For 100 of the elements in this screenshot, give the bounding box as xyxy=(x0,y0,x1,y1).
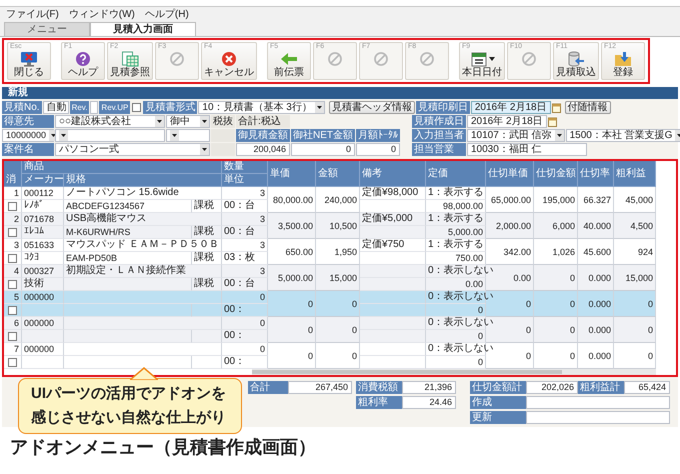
dropdown-field[interactable]: 10107：武田 信弥 xyxy=(467,129,565,142)
row-checkbox[interactable] xyxy=(8,202,17,210)
database-icon xyxy=(567,51,585,67)
row-checkbox[interactable] xyxy=(8,280,17,288)
date-field[interactable]: 2016年 2月18日 xyxy=(470,101,551,114)
amount-field: 0 xyxy=(356,143,400,156)
input-field[interactable]: 10030：福田 仁 xyxy=(467,143,587,156)
folder-icon xyxy=(614,51,632,67)
header-info-button[interactable]: 見積書ヘッダ情報 xyxy=(328,101,415,114)
tab[interactable]: メニュー xyxy=(4,22,90,36)
date-field[interactable]: 2016年 2月18日 xyxy=(467,115,547,128)
column-header: 定価 xyxy=(426,161,486,187)
dropdown-field[interactable]: 御中 xyxy=(166,115,210,128)
table-cell: 0 xyxy=(222,317,268,330)
row-checkbox[interactable] xyxy=(8,332,17,340)
input-field[interactable] xyxy=(526,411,670,424)
table-cell: 45.600 xyxy=(583,246,611,258)
row-checkbox[interactable] xyxy=(8,228,17,236)
table-cell: 0 xyxy=(526,324,531,336)
table-cell: 000000 xyxy=(22,291,64,304)
blank-field xyxy=(211,129,235,142)
field-label: 担当営業 xyxy=(412,143,466,156)
column-header: 金額 xyxy=(316,161,360,187)
monitor-icon xyxy=(20,51,38,67)
table-cell: マウスパッド ＥＡＭ－ＰＤ５０Ｂ xyxy=(66,239,219,250)
column-header: 単位 xyxy=(222,174,268,187)
table-cell: 0 xyxy=(570,350,575,362)
field-label: 見積印刷日 xyxy=(416,101,470,114)
input-field[interactable]: 自動 xyxy=(42,101,69,114)
row-number: 2 xyxy=(4,213,22,226)
table-cell: 15,000 xyxy=(625,272,653,284)
input-field[interactable] xyxy=(526,396,670,409)
blank-field xyxy=(211,143,235,156)
table-cell: EAM-PD50B xyxy=(66,253,118,263)
row-checkbox[interactable] xyxy=(8,306,17,314)
table-cell: 0 xyxy=(526,350,531,362)
attachment-button[interactable]: 付随情報 xyxy=(564,101,611,114)
table-cell: 3 xyxy=(222,187,268,200)
menu-item[interactable]: ヘルプ(H) xyxy=(144,7,189,21)
table-cell: 051633 xyxy=(22,239,64,252)
dropdown-field[interactable]: 10000000 xyxy=(2,129,54,142)
checkbox[interactable] xyxy=(132,103,142,112)
table-cell: 071678 xyxy=(22,213,64,226)
tax-mode-text: 税抜 xyxy=(211,115,235,128)
row-number: 3 xyxy=(4,239,22,252)
amount-field: 200,046 xyxy=(236,143,290,156)
table-cell: 00：台 xyxy=(224,278,256,289)
table-cell: 342.00 xyxy=(503,246,531,258)
amount-field: 202,026 xyxy=(526,381,578,394)
table-cell: 0 xyxy=(308,324,313,336)
section-title-bar: 新規 xyxy=(2,87,678,99)
table-cell: 5,000.00 xyxy=(448,227,483,237)
calendar-icon[interactable] xyxy=(552,102,561,112)
table-cell: 課税 xyxy=(194,252,214,263)
table-cell: 40.000 xyxy=(583,220,611,232)
table-row[interactable]: 4 000327 初期設定・ＬＡＮ接続作業 3 技術 課税 00：台 0：表示しない 0.00 5,000.00 15,000 0.00 0 0.000 15,000 xyxy=(4,265,656,291)
table-cell: 0：表示しない xyxy=(428,343,494,354)
row-number: 5 xyxy=(4,291,22,304)
table-row[interactable]: 2 071678 USB高機能マウス 3 ｴﾚｺﾑ M-K6URWH/RS 課税 00：台 定価¥5,000 1：表示する 5,000.00 3,500.00 10,500 2,000.00 6,000 40.000 4,500 xyxy=(4,213,656,239)
row-checkbox[interactable] xyxy=(8,254,17,262)
field-label: 得意先 xyxy=(2,115,54,128)
field-label: 更新 xyxy=(470,411,526,424)
dropdown-field[interactable]: 10：見積書（基本 3行） xyxy=(198,101,325,114)
caret-icon xyxy=(200,116,209,127)
field-label: 合計 xyxy=(248,381,288,394)
menu-item[interactable]: ファイル(F) xyxy=(6,7,59,21)
row-number: 6 xyxy=(4,317,22,330)
dropdown-field[interactable]: 1500：本社 営業支援G xyxy=(566,129,680,142)
table-cell: 195,000 xyxy=(542,194,575,206)
table-cell: 240,000 xyxy=(324,194,357,206)
table-cell: ABCDEFG1234567 xyxy=(66,201,145,211)
disabled-icon xyxy=(520,51,538,67)
calendar-icon[interactable] xyxy=(548,116,557,126)
dropdown-field[interactable] xyxy=(55,129,165,142)
amount-field: 0 xyxy=(291,143,355,156)
table-row[interactable]: 3 051633 マウスパッド ＥＡＭ－ＰＤ５０Ｂ 3 ｺｸﾖ EAM-PD50B 課税 03：枚 定価¥750 1：表示する 750.00 650.00 1,950 342.00 1,026 45.600 924 xyxy=(4,239,656,265)
table-row[interactable]: 7 000000 0 00： 0：表示しない 0 0 0 0 0 0.000 0 xyxy=(4,343,656,369)
table-cell: 0 xyxy=(222,291,268,304)
cancel-icon xyxy=(220,51,238,67)
table-cell: 定価¥5,000 xyxy=(362,213,413,224)
field-label: 粗利率 xyxy=(356,396,402,409)
input-field[interactable] xyxy=(90,101,98,114)
table-row[interactable]: 6 000000 0 00： 0：表示しない 0 0 0 0 0 0.000 0 xyxy=(4,317,656,343)
row-checkbox[interactable] xyxy=(8,358,17,366)
dropdown-field[interactable]: ○○建設株式会社 xyxy=(55,115,165,128)
menu-item[interactable]: ウィンドウ(W) xyxy=(68,7,135,21)
tab[interactable]: 見積入力画面 xyxy=(90,22,196,36)
caret-icon xyxy=(554,130,564,141)
dropdown-field[interactable]: パソコン一式 xyxy=(55,143,210,156)
table-cell: 0 xyxy=(478,305,483,315)
table-cell: 1：表示する xyxy=(428,187,484,198)
table-cell: 0 xyxy=(570,272,575,284)
table-cell: ｴﾚｺﾑ xyxy=(24,226,44,237)
scrollbar[interactable] xyxy=(252,369,656,375)
table-row[interactable]: 5 000000 0 00： 0：表示しない 0 0 0 0 0 0.000 0 xyxy=(4,291,656,317)
column-header: 仕切率 xyxy=(578,161,614,187)
amount-field: 24.46 xyxy=(402,396,456,409)
dropdown-field[interactable] xyxy=(166,129,210,142)
table-cell: 5,000.00 xyxy=(278,272,313,284)
table-cell: 3 xyxy=(222,239,268,252)
